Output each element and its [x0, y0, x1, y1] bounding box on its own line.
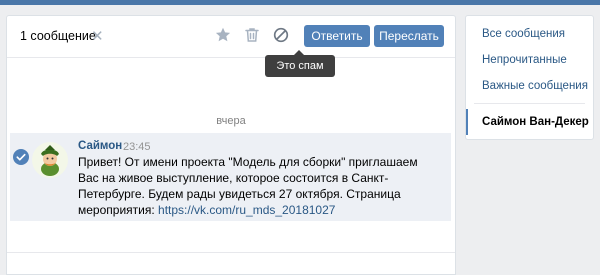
- message-time: 23:45: [123, 141, 151, 153]
- selected-check-icon[interactable]: [13, 149, 29, 165]
- message-text: Привет! От имени проекта "Модель для сбо…: [78, 154, 430, 218]
- event-link[interactable]: https://vk.com/ru_mds_20181027: [158, 203, 335, 217]
- star-icon[interactable]: [214, 26, 232, 44]
- message-author[interactable]: Саймон: [78, 140, 122, 152]
- sidebar-item-important[interactable]: Важные сообщения: [466, 73, 593, 99]
- forward-button[interactable]: Переслать: [374, 25, 444, 47]
- spam-tooltip: Это спам: [265, 50, 335, 77]
- spam-icon[interactable]: [272, 26, 290, 44]
- sidebar: Все сообщения Непрочитанные Важные сообщ…: [465, 15, 594, 140]
- clear-selection-icon[interactable]: ✕: [91, 27, 104, 45]
- sidebar-divider: [474, 103, 585, 104]
- sidebar-item-conversation[interactable]: Саймон Ван-Декер: [466, 109, 593, 135]
- composer-divider: [7, 252, 455, 253]
- reply-button[interactable]: Ответить: [304, 25, 370, 47]
- top-header-bar: [0, 0, 600, 5]
- selection-toolbar: 1 сообщение ✕ Ответить Переслать: [7, 16, 455, 58]
- avatar[interactable]: [32, 142, 68, 178]
- selected-message[interactable]: Саймон 23:45 Привет! От имени проекта "М…: [10, 133, 451, 221]
- sidebar-item-unread[interactable]: Непрочитанные: [466, 47, 593, 73]
- date-separator: вчера: [216, 115, 246, 127]
- selection-count: 1 сообщение: [20, 29, 96, 43]
- chat-panel: 1 сообщение ✕ Ответить Переслать Это спа…: [6, 15, 456, 275]
- sidebar-item-all[interactable]: Все сообщения: [466, 21, 593, 47]
- trash-icon[interactable]: [243, 26, 261, 44]
